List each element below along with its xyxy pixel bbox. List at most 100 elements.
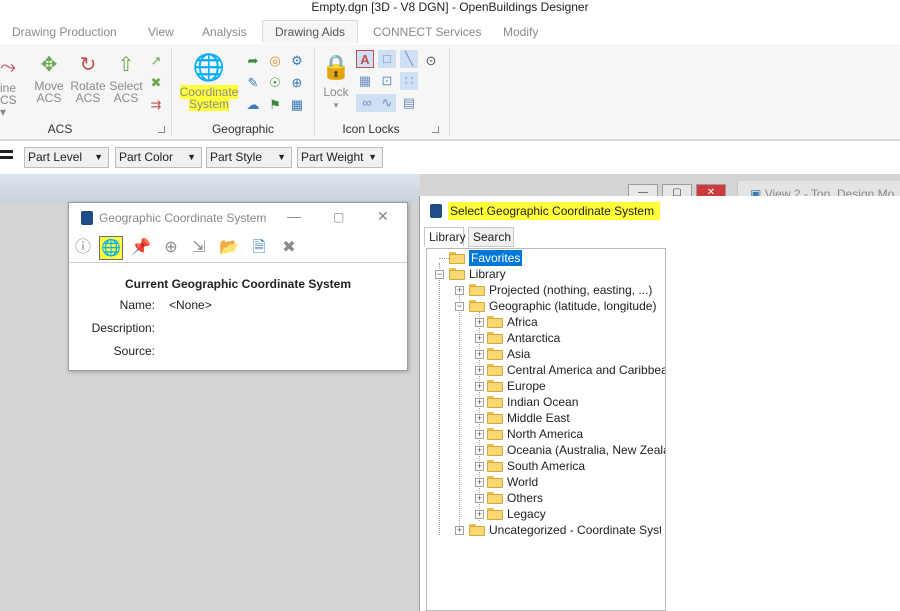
snap-lock-icon[interactable]: ⊡ [378,72,396,90]
geo-small-icon-2[interactable]: ◎ [266,52,284,70]
tree-item-region[interactable]: + North America [471,426,661,442]
pin-icon[interactable]: 📌 [129,236,153,260]
tree-item-region[interactable]: + Others [471,490,661,506]
expand-icon[interactable]: + [475,334,484,343]
tree-item-projected[interactable]: + Projected (nothing, easting, ...) [451,282,661,298]
table-lock-icon[interactable]: ▤ [400,94,418,112]
tab-modify[interactable]: Modify [503,21,538,44]
geo-small-icon-1[interactable]: ➦ [244,52,262,70]
acs-small-icon-1[interactable]: ↗ [147,52,165,70]
acs-small-icon-3[interactable]: ⇉ [147,96,165,114]
properties-icon[interactable]: 🗎 [247,236,271,260]
tree-item-region[interactable]: + Central America and Caribbean [471,362,665,378]
geo-small-icon-4[interactable]: ✎ [244,74,262,92]
curve-lock-icon[interactable]: ∿ [378,94,396,112]
tab-drawing-production[interactable]: Drawing Production [12,21,117,44]
rotate-acs-icon: ↻ [79,54,97,76]
expand-icon[interactable]: + [475,494,484,503]
acs-small-icon-2[interactable]: ✖ [147,74,165,92]
tree-item-region[interactable]: + World [471,474,661,490]
tab-search[interactable]: Search [468,227,514,247]
folder-icon[interactable]: 📂 [217,236,241,260]
expand-icon[interactable]: + [475,414,484,423]
gcs-dialog: Geographic Coordinate System — ▢ ✕ ⓘ 🌐 📌… [68,202,408,371]
part-style-dropdown[interactable]: Part Style ▼ [206,147,292,168]
ribbon-tabs: Drawing Production View Analysis Drawing… [0,16,900,44]
part-level-dropdown[interactable]: Part Level ▼ [24,147,109,168]
tree-item-region[interactable]: + Oceania (Australia, New Zealand [471,442,665,458]
select-acs-button[interactable]: ⇧ Select ACS [108,54,144,104]
expand-icon[interactable]: + [455,286,464,295]
collapse-icon[interactable]: − [435,270,444,279]
tree-item-region[interactable]: + Legacy [471,506,661,522]
name-label: Name: [119,298,155,312]
globe-export-icon[interactable]: ⊕ [159,236,183,260]
point-lock-icon[interactable]: ∷ [400,72,418,90]
acs-dropdown-button[interactable]: ⤳ ine CS ▾ [0,56,20,118]
acs-group-launcher[interactable] [158,126,165,133]
graph-lock-icon[interactable]: ╲ [400,50,418,68]
move-acs-button[interactable]: ✥ Move ACS [32,54,66,104]
toolbar-grip[interactable] [0,150,13,153]
expand-icon[interactable]: + [475,366,484,375]
expand-icon[interactable]: + [475,382,484,391]
geo-small-icon-5[interactable]: ☉ [266,74,284,92]
geo-small-icon-9[interactable]: ▦ [288,96,306,114]
expand-icon[interactable]: + [475,398,484,407]
tab-library[interactable]: Library [424,227,466,247]
expand-icon[interactable]: + [475,350,484,359]
tree-item-favorites[interactable]: Favorites [449,250,649,266]
locks-small-icon[interactable]: ⊙ [422,52,440,70]
chevron-down-icon: ▼ [94,152,103,162]
tree-item-library[interactable]: − Library [431,266,661,282]
expand-icon[interactable]: + [475,510,484,519]
tree-label: Oceania (Australia, New Zealand [507,443,666,457]
tab-view[interactable]: View [148,21,174,44]
gcs-dialog-title: Geographic Coordinate System [99,211,267,225]
info-icon[interactable]: ⓘ [71,236,95,260]
import-icon[interactable]: ⇲ [187,236,211,260]
tree-item-region[interactable]: + Antarctica [471,330,661,346]
tab-drawing-aids[interactable]: Drawing Aids [262,20,359,43]
minimize-icon[interactable]: — [287,208,301,224]
tree-item-geographic[interactable]: − Geographic (latitude, longitude) [451,298,661,314]
tree-item-region[interactable]: + Europe [471,378,661,394]
tree-item-region[interactable]: + Asia [471,346,661,362]
grid-lock-icon[interactable]: ▦ [356,72,374,90]
text-lock-icon[interactable]: A [356,50,374,68]
collapse-icon[interactable]: − [455,302,464,311]
tree-item-region[interactable]: + South America [471,458,661,474]
tree-item-uncategorized[interactable]: + Uncategorized - Coordinate Systems r [451,522,661,538]
part-weight-label: Part Weight [301,150,364,164]
icon-locks-group-launcher[interactable] [432,126,439,133]
maximize-icon[interactable]: ▢ [333,210,344,224]
tab-analysis[interactable]: Analysis [202,21,247,44]
view1-titlebar[interactable] [0,174,420,202]
expand-icon[interactable]: + [475,446,484,455]
tree-item-region[interactable]: + Africa [471,314,661,330]
close-icon[interactable]: ✕ [377,208,389,225]
expand-icon[interactable]: + [455,526,464,535]
coordinate-system-button[interactable]: 🌐 Coordinate System [178,52,240,111]
rotate-acs-button[interactable]: ↻ Rotate ACS [70,54,106,104]
geo-small-icon-6[interactable]: ⊕ [288,74,306,92]
delete-icon[interactable]: ✖ [277,236,301,260]
part-weight-dropdown[interactable]: Part Weight ▼ [297,147,383,168]
globe-select-icon[interactable]: 🌐 [99,236,123,260]
tab-connect-services[interactable]: CONNECT Services [373,21,481,44]
geo-small-icon-7[interactable]: ☁ [244,96,262,114]
link-lock-icon[interactable]: ∞ [356,94,378,112]
part-color-label: Part Color [119,150,174,164]
tree-item-region[interactable]: + Indian Ocean [471,394,661,410]
part-color-dropdown[interactable]: Part Color ▼ [115,147,202,168]
expand-icon[interactable]: + [475,478,484,487]
shape-lock-icon[interactable]: □ [378,50,396,68]
folder-icon [487,316,503,328]
geo-small-icon-3[interactable]: ⚙ [288,52,306,70]
expand-icon[interactable]: + [475,430,484,439]
geo-small-icon-8[interactable]: ⚑ [266,96,284,114]
expand-icon[interactable]: + [475,318,484,327]
lock-button[interactable]: 🔒 Lock ▾ [320,54,352,111]
tree-item-region[interactable]: + Middle East [471,410,661,426]
expand-icon[interactable]: + [475,462,484,471]
